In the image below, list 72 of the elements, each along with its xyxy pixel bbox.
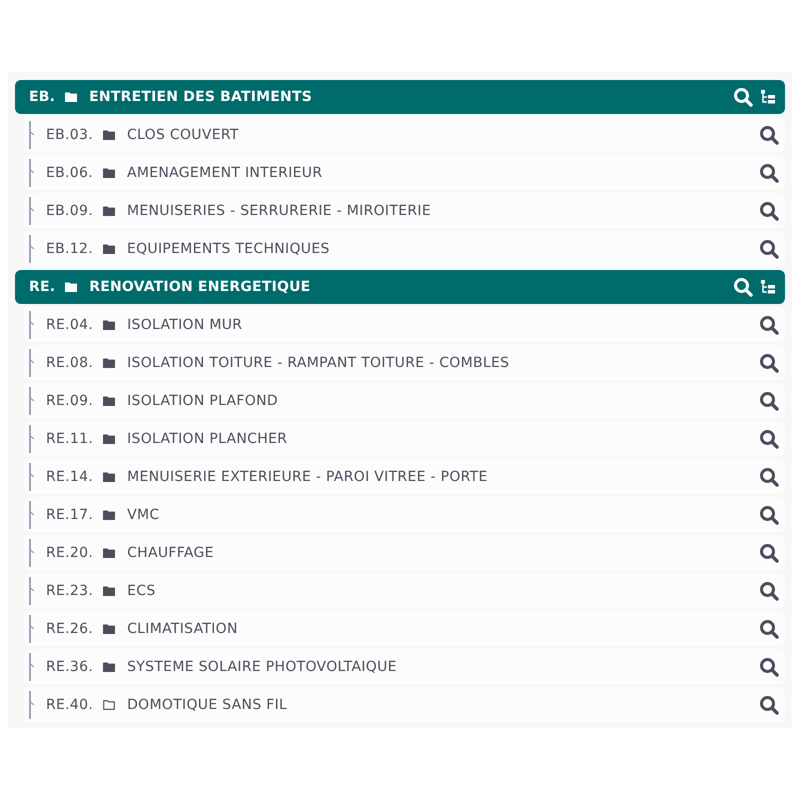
subcategory-row[interactable]: EB.12. EQUIPEMENTS TECHNIQUES — [24, 231, 785, 266]
subcategory-title: ISOLATION PLANCHER — [127, 430, 288, 446]
subcategory-row[interactable]: RE.26. CLIMATISATION — [24, 611, 785, 646]
search-icon[interactable] — [759, 694, 779, 714]
search-icon[interactable] — [759, 580, 779, 600]
subcategory-code: RE.17. — [46, 506, 94, 522]
search-icon[interactable] — [733, 277, 753, 297]
subcategory-code: RE.09. — [46, 392, 94, 408]
search-icon[interactable] — [759, 390, 779, 410]
subcategory-row[interactable]: RE.14. MENUISERIE EXTERIEURE - PAROI VITREE - PORTE — [24, 459, 785, 494]
subcategory-title: EQUIPEMENTS TECHNIQUES — [126, 240, 330, 256]
subcategory-title: MENUISERIES - SERRURERIE - MIROITERIE — [126, 202, 431, 218]
subcategory-row[interactable]: RE.36. SYSTEME SOLAIRE PHOTOVOLTAIQUE — [24, 649, 785, 684]
category-title: ENTRETIEN DES BATIMENTS — [89, 89, 312, 105]
subcategory-code: EB.03. — [46, 126, 93, 142]
subcategory-row[interactable]: RE.40. DOMOTIQUE SANS FIL — [24, 687, 785, 722]
search-icon[interactable] — [759, 542, 779, 562]
search-icon[interactable] — [759, 314, 779, 334]
subcategory-row[interactable]: RE.11. ISOLATION PLANCHER — [24, 421, 785, 456]
search-icon[interactable] — [759, 618, 779, 638]
subcategory-title: MENUISERIE EXTERIEURE - PAROI VITREE - PORTE — [127, 468, 488, 484]
subcategory-code: EB.06. — [46, 164, 93, 180]
subcategory-code: EB.12. — [46, 240, 93, 256]
tree-icon[interactable] — [761, 90, 775, 104]
search-icon[interactable] — [759, 352, 779, 372]
subcategory-title: AMENAGEMENT INTERIEUR — [126, 164, 322, 180]
subcategory-code: RE.23. — [46, 582, 94, 598]
subcategory-code: RE.11. — [46, 430, 94, 446]
search-icon[interactable] — [733, 87, 753, 107]
subcategory-row[interactable]: EB.03. CLOS COUVERT — [24, 117, 785, 152]
subcategory-code: RE.40. — [46, 696, 94, 712]
subcategory-row[interactable]: RE.09. ISOLATION PLAFOND — [24, 383, 785, 418]
subcategory-code: RE.04. — [46, 316, 94, 332]
category-code: EB. — [29, 89, 56, 105]
subcategory-code: RE.14. — [46, 468, 94, 484]
category-title: RENOVATION ENERGETIQUE — [89, 279, 310, 295]
search-icon[interactable] — [759, 124, 779, 144]
subcategory-code: RE.08. — [46, 354, 94, 370]
search-icon[interactable] — [759, 504, 779, 524]
subcategory-code: RE.26. — [46, 620, 94, 636]
folder-icon — [65, 282, 78, 292]
category-code: RE. — [29, 279, 56, 295]
subcategory-row[interactable]: RE.23. ECS — [24, 573, 785, 608]
subcategory-code: RE.36. — [46, 658, 94, 674]
subcategory-title: VMC — [127, 506, 160, 522]
search-icon[interactable] — [759, 238, 779, 258]
subcategory-title: ISOLATION MUR — [127, 316, 242, 332]
search-icon[interactable] — [759, 200, 779, 220]
subcategory-code: EB.09. — [46, 202, 93, 218]
search-icon[interactable] — [759, 428, 779, 448]
subcategory-title: CLIMATISATION — [127, 620, 238, 636]
subcategory-code: RE.20. — [46, 544, 94, 560]
category-header[interactable]: EB. ENTRETIEN DES BATIMENTS — [15, 80, 785, 114]
subcategory-title: DOMOTIQUE SANS FIL — [127, 696, 288, 712]
subcategory-title: CHAUFFAGE — [127, 544, 214, 560]
subcategory-title: SYSTEME SOLAIRE PHOTOVOLTAIQUE — [127, 658, 397, 674]
subcategory-title: ECS — [127, 582, 156, 598]
search-icon[interactable] — [759, 466, 779, 486]
search-icon[interactable] — [759, 656, 779, 676]
subcategory-row[interactable]: RE.04. ISOLATION MUR — [24, 307, 785, 342]
subcategory-title: ISOLATION TOITURE - RAMPANT TOITURE - COMBLES — [127, 354, 510, 370]
folder-icon — [65, 92, 78, 102]
tree-icon[interactable] — [761, 280, 775, 294]
category-header[interactable]: RE. RENOVATION ENERGETIQUE — [15, 270, 785, 304]
subcategory-row[interactable]: RE.17. VMC — [24, 497, 785, 532]
subcategory-row[interactable]: EB.09. MENUISERIES - SERRURERIE - MIROITERIE — [24, 193, 785, 228]
search-icon[interactable] — [759, 162, 779, 182]
subcategory-row[interactable]: EB.06. AMENAGEMENT INTERIEUR — [24, 155, 785, 190]
subcategory-row[interactable]: RE.08. ISOLATION TOITURE - RAMPANT TOITURE - COMBLES — [24, 345, 785, 380]
subcategory-row[interactable]: RE.20. CHAUFFAGE — [24, 535, 785, 570]
subcategory-title: CLOS COUVERT — [126, 126, 239, 142]
subcategory-title: ISOLATION PLAFOND — [127, 392, 278, 408]
